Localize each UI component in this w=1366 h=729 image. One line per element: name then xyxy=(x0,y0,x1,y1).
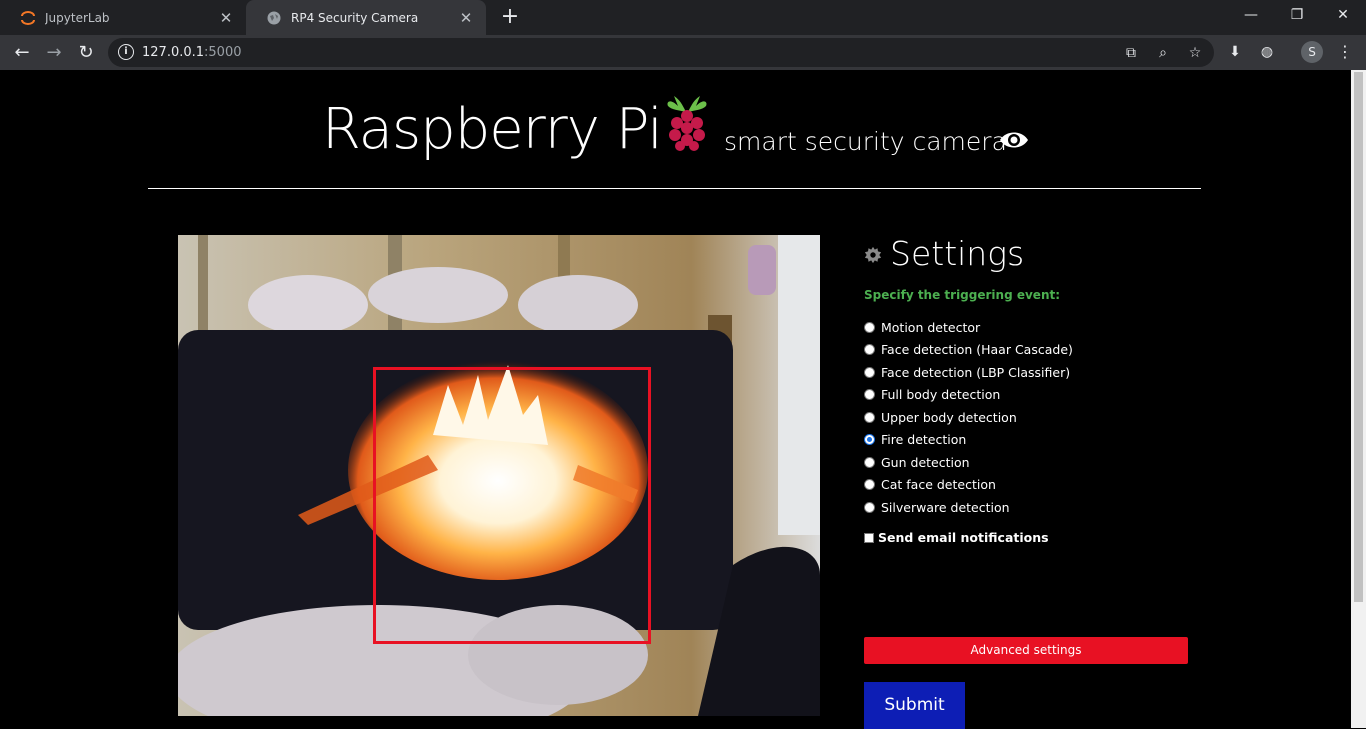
bookmark-star-icon[interactable]: ☆ xyxy=(1184,42,1206,64)
option-gun[interactable]: Gun detection xyxy=(864,451,1194,474)
zoom-icon[interactable]: ⌕ xyxy=(1152,42,1174,64)
page-subtitle: smart security camera xyxy=(724,127,1007,156)
window-close-button[interactable]: ✕ xyxy=(1320,0,1366,30)
option-full-body[interactable]: Full body detection xyxy=(864,384,1194,407)
option-upper-body[interactable]: Upper body detection xyxy=(864,406,1194,429)
radio-button[interactable] xyxy=(864,389,875,401)
tab-title: RP4 Security Camera xyxy=(291,10,419,25)
tab-jupyterlab[interactable]: JupyterLab ✕ xyxy=(0,0,246,35)
radio-button-checked[interactable] xyxy=(864,434,875,446)
jupyter-icon xyxy=(20,10,36,26)
raspberry-pi-logo xyxy=(667,96,707,151)
eye-icon xyxy=(1000,132,1028,148)
page-title: Raspberry Pi xyxy=(322,97,663,162)
address-bar[interactable]: i 127.0.0.1:5000 ⧉ ⌕ ☆ xyxy=(108,38,1214,67)
translate-icon[interactable]: ⧉ xyxy=(1120,42,1142,64)
radio-button[interactable] xyxy=(864,456,875,468)
settings-panel: Settings Specify the triggering event: M… xyxy=(864,234,1194,729)
trigger-prompt: Specify the triggering event: xyxy=(864,288,1061,302)
option-motion-detector[interactable]: Motion detector xyxy=(864,316,1194,339)
globe-icon xyxy=(266,10,282,26)
page-header: Raspberry Pi smart security camera xyxy=(148,90,1201,190)
option-face-lbp[interactable]: Face detection (LBP Classifier) xyxy=(864,361,1194,384)
forward-button[interactable]: → xyxy=(40,39,68,67)
radio-button[interactable] xyxy=(864,501,875,513)
profile-avatar[interactable]: S xyxy=(1301,41,1323,63)
option-silverware[interactable]: Silverware detection xyxy=(864,496,1194,519)
option-face-haar[interactable]: Face detection (Haar Cascade) xyxy=(864,339,1194,362)
radio-button[interactable] xyxy=(864,344,875,356)
new-tab-button[interactable]: + xyxy=(498,6,522,30)
tab-bar: JupyterLab ✕ RP4 Security Camera ✕ + — ❐… xyxy=(0,0,1366,35)
tab-title: JupyterLab xyxy=(45,10,110,25)
close-icon[interactable]: ✕ xyxy=(218,10,234,26)
page-content: Raspberry Pi smart security camera Setti… xyxy=(0,70,1351,729)
option-fire[interactable]: Fire detection xyxy=(864,429,1194,452)
minimize-button[interactable]: — xyxy=(1228,0,1274,30)
reload-button[interactable]: ↻ xyxy=(72,39,100,67)
extension-globe-icon[interactable]: ◍ xyxy=(1256,41,1278,63)
menu-icon[interactable]: ⋮ xyxy=(1336,41,1354,63)
restore-button[interactable]: ❐ xyxy=(1274,0,1320,30)
detection-bounding-box xyxy=(373,367,651,644)
url-text[interactable]: 127.0.0.1:5000 xyxy=(142,45,242,60)
settings-title: Settings xyxy=(890,234,1025,273)
email-notifications-option[interactable]: Send email notifications xyxy=(864,530,1049,545)
close-icon[interactable]: ✕ xyxy=(458,10,474,26)
scrollbar-thumb[interactable] xyxy=(1354,72,1363,602)
camera-feed xyxy=(178,235,820,716)
browser-toolbar: ← → ↻ i 127.0.0.1:5000 ⧉ ⌕ ☆ ⬇ ◍ S ⋮ xyxy=(0,35,1366,70)
back-button[interactable]: ← xyxy=(8,39,36,67)
header-divider xyxy=(148,188,1201,189)
extension-download-icon[interactable]: ⬇ xyxy=(1224,41,1246,63)
option-cat-face[interactable]: Cat face detection xyxy=(864,474,1194,497)
radio-button[interactable] xyxy=(864,411,875,423)
gear-icon xyxy=(864,246,882,264)
trigger-options: Motion detector Face detection (Haar Cas… xyxy=(864,316,1194,519)
radio-button[interactable] xyxy=(864,479,875,491)
submit-button[interactable]: Submit xyxy=(864,682,965,729)
page-scrollbar[interactable] xyxy=(1351,70,1366,728)
info-icon[interactable]: i xyxy=(118,44,134,60)
email-checkbox[interactable] xyxy=(864,532,874,543)
advanced-settings-button[interactable]: Advanced settings xyxy=(864,637,1188,664)
radio-button[interactable] xyxy=(864,366,875,378)
tab-rp4-security-camera[interactable]: RP4 Security Camera ✕ xyxy=(246,0,486,35)
radio-button[interactable] xyxy=(864,321,875,333)
